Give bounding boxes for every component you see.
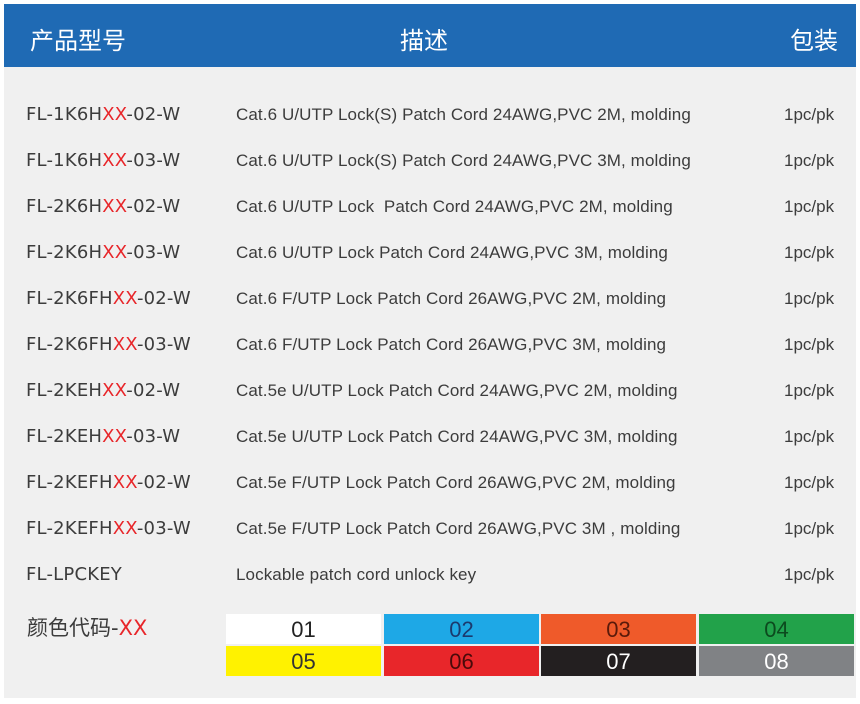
model-number: FL-LPCKEY [26, 552, 122, 598]
model-number: FL-2K6FHXX-03-W [26, 322, 191, 368]
packing-quantity: 1pc/pk [784, 473, 835, 492]
product-description: Cat.5e U/UTP Lock Patch Cord 24AWG,PVC 3… [236, 427, 678, 446]
model-number: FL-2K6FHXX-02-W [26, 276, 191, 322]
model-prefix: FL-2K6FH [26, 288, 113, 309]
packing-quantity: 1pc/pk [784, 565, 835, 584]
packing-quantity: 1pc/pk [784, 197, 835, 216]
table-row: FL-1K6HXX-03-W Cat.6 U/UTP Lock(S) Patch … [0, 138, 860, 184]
model-prefix: FL-2K6H [26, 242, 103, 263]
model-number: FL-2KEFHXX-02-W [26, 460, 191, 506]
color-swatch-02: 02 [384, 614, 539, 644]
model-number: FL-1K6HXX-02-W [26, 92, 180, 138]
product-description: Cat.5e U/UTP Lock Patch Cord 24AWG,PVC 2… [236, 381, 678, 400]
model-color-placeholder: XX [112, 518, 137, 539]
model-prefix: FL-2K6FH [26, 334, 113, 355]
model-suffix: -02-W [126, 380, 181, 401]
product-description: Cat.6 F/UTP Lock Patch Cord 26AWG,PVC 2M… [236, 289, 667, 308]
color-swatch-05: 05 [226, 646, 381, 676]
table-row: FL-2KEHXX-03-W Cat.5e U/UTP Lock Patch Co… [0, 414, 860, 460]
model-color-placeholder: XX [102, 150, 127, 171]
model-color-placeholder: XX [102, 196, 127, 217]
model-suffix: -03-W [126, 242, 181, 263]
model-prefix: FL-1K6H [26, 104, 103, 125]
packing-quantity: 1pc/pk [784, 289, 835, 308]
model-color-placeholder: XX [112, 472, 137, 493]
table-row: FL-2KEFHXX-02-W Cat.5e F/UTP Lock Patch C… [0, 460, 860, 506]
model-number: FL-2KEFHXX-03-W [26, 506, 191, 552]
color-swatch-08: 08 [699, 646, 854, 676]
model-prefix: FL-2KEH [26, 380, 103, 401]
product-description: Lockable patch cord unlock key [236, 565, 477, 584]
color-swatch-01: 01 [226, 614, 381, 644]
packing-quantity: 1pc/pk [784, 151, 835, 170]
packing-quantity: 1pc/pk [784, 243, 835, 262]
color-code-label: 颜色代码-XX [27, 612, 147, 642]
model-suffix: -03-W [136, 334, 191, 355]
model-suffix: -03-W [126, 150, 181, 171]
product-description: Cat.5e F/UTP Lock Patch Cord 26AWG,PVC 2… [236, 473, 676, 492]
table-header: 产品型号 描述 包装 [4, 4, 856, 67]
color-swatch-06: 06 [384, 646, 539, 676]
header-packing: 包装 [790, 27, 838, 55]
packing-quantity: 1pc/pk [784, 105, 835, 124]
model-prefix: FL-2KEH [26, 426, 103, 447]
model-suffix: -03-W [136, 518, 191, 539]
packing-quantity: 1pc/pk [784, 519, 835, 538]
color-swatch-03: 03 [541, 614, 696, 644]
product-description: Cat.6 U/UTP Lock Patch Cord 24AWG,PVC 2M… [236, 197, 673, 216]
model-prefix: FL-2KEFH [26, 518, 113, 539]
header-model-number: 产品型号 [30, 27, 126, 55]
model-color-placeholder: XX [102, 242, 127, 263]
table-row: FL-LPCKEY Lockable patch cord unlock key 1… [0, 552, 860, 598]
product-description: Cat.6 U/UTP Lock(S) Patch Cord 24AWG,PVC… [236, 151, 691, 170]
product-description: Cat.5e F/UTP Lock Patch Cord 26AWG,PVC 3… [236, 519, 681, 538]
model-number: FL-2KEHXX-03-W [26, 414, 180, 460]
packing-quantity: 1pc/pk [784, 427, 835, 446]
model-suffix: -02-W [126, 104, 181, 125]
packing-quantity: 1pc/pk [784, 335, 835, 354]
color-swatch-07: 07 [541, 646, 696, 676]
product-description: Cat.6 U/UTP Lock Patch Cord 24AWG,PVC 3M… [236, 243, 668, 262]
table-row: FL-2K6HXX-03-W Cat.6 U/UTP Lock Patch Cor… [0, 230, 860, 276]
table-row: FL-2K6FHXX-02-W Cat.6 F/UTP Lock Patch Co… [0, 276, 860, 322]
model-color-placeholder: XX [102, 380, 127, 401]
model-number: FL-1K6HXX-03-W [26, 138, 180, 184]
table-row: FL-1K6HXX-02-W Cat.6 U/UTP Lock(S) Patch … [0, 92, 860, 138]
model-suffix: -02-W [136, 472, 191, 493]
color-swatch-04: 04 [699, 614, 854, 644]
model-prefix: FL-2KEFH [26, 472, 113, 493]
model-color-placeholder: XX [102, 104, 127, 125]
model-number: FL-2K6HXX-02-W [26, 184, 180, 230]
table-row: FL-2KEHXX-02-W Cat.5e U/UTP Lock Patch Co… [0, 368, 860, 414]
table-row: FL-2KEFHXX-03-W Cat.5e F/UTP Lock Patch C… [0, 506, 860, 552]
model-prefix: FL-1K6H [26, 150, 103, 171]
model-number: FL-2K6HXX-03-W [26, 230, 180, 276]
model-suffix: -03-W [126, 426, 181, 447]
packing-quantity: 1pc/pk [784, 381, 835, 400]
model-number: FL-2KEHXX-02-W [26, 368, 180, 414]
model-color-placeholder: XX [112, 288, 137, 309]
color-code-placeholder: XX [118, 616, 148, 640]
product-description: Cat.6 F/UTP Lock Patch Cord 26AWG,PVC 3M… [236, 335, 667, 354]
product-description: Cat.6 U/UTP Lock(S) Patch Cord 24AWG,PVC… [236, 105, 691, 124]
model-suffix: -02-W [126, 196, 181, 217]
color-code-label-text: 颜色代码- [27, 616, 119, 640]
model-color-placeholder: XX [112, 334, 137, 355]
model-suffix: -02-W [136, 288, 191, 309]
model-color-placeholder: XX [102, 426, 127, 447]
header-description: 描述 [400, 27, 448, 55]
table-row: FL-2K6HXX-02-W Cat.6 U/UTP Lock Patch Cor… [0, 184, 860, 230]
model-prefix: FL-2K6H [26, 196, 103, 217]
table-row: FL-2K6FHXX-03-W Cat.6 F/UTP Lock Patch Co… [0, 322, 860, 368]
model-prefix: FL-LPCKEY [26, 564, 122, 585]
